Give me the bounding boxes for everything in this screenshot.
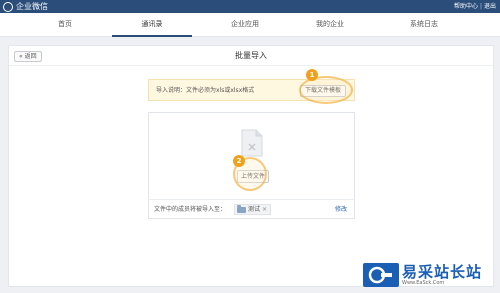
panel-header: 批量导入 « 返回 (9, 46, 493, 66)
main-nav: 首页 通讯录 企业应用 我的企业 系统日志 (0, 13, 500, 37)
top-links-separator: | (479, 3, 482, 10)
nav-tab-system-log[interactable]: 系统日志 (384, 13, 464, 37)
step-1-badge: 1 (306, 69, 318, 81)
watermark-site-name: 易采站长站 (402, 262, 483, 281)
import-target-row: 文件中的成员将被导入至： 测试 × 修改 (148, 199, 355, 219)
notice-text: 导入说明：文件必须为xls或xlsx格式 (156, 87, 255, 94)
watermark-logo (363, 263, 399, 287)
remove-department-icon[interactable]: × (262, 205, 267, 214)
app-title: 企业微信 (16, 2, 48, 11)
file-placeholder-icon (241, 129, 263, 157)
batch-import-panel: 批量导入 « 返回 导入说明：文件必须为xls或xlsx格式 下载文件模板 1 … (8, 45, 494, 287)
import-target-label: 文件中的成员将被导入至： (154, 206, 227, 213)
nav-tab-contacts[interactable]: 通讯录 (112, 13, 192, 37)
nav-tab-my-enterprise[interactable]: 我的企业 (290, 13, 370, 37)
wecom-logo-icon (3, 1, 13, 12)
step-2-badge: 2 (233, 155, 245, 167)
modify-link[interactable]: 修改 (335, 200, 347, 219)
site-watermark: 易采站长站 Www.EaSck.Com (363, 263, 482, 287)
back-button[interactable]: « 返回 (14, 51, 42, 62)
department-name: 测试 (248, 206, 261, 213)
watermark-logo-icon (368, 266, 392, 284)
nav-tab-home[interactable]: 首页 (25, 13, 105, 37)
page-title: 批量导入 (235, 51, 267, 60)
nav-tab-apps[interactable]: 企业应用 (205, 13, 285, 37)
folder-icon (237, 204, 246, 213)
app-logo[interactable]: 企业微信 (3, 1, 48, 12)
department-tag: 测试 × (234, 204, 272, 215)
watermark-url: Www.EaSck.Com (402, 279, 445, 286)
watermark-text: 易采站长站 Www.EaSck.Com (402, 264, 482, 287)
top-links: 帮助中心 | 退出 (454, 2, 496, 11)
help-center-link[interactable]: 帮助中心 (454, 2, 478, 11)
step-1-highlight (299, 76, 353, 104)
top-bar: 企业微信 帮助中心 | 退出 (0, 0, 500, 13)
logout-link[interactable]: 退出 (484, 2, 496, 11)
